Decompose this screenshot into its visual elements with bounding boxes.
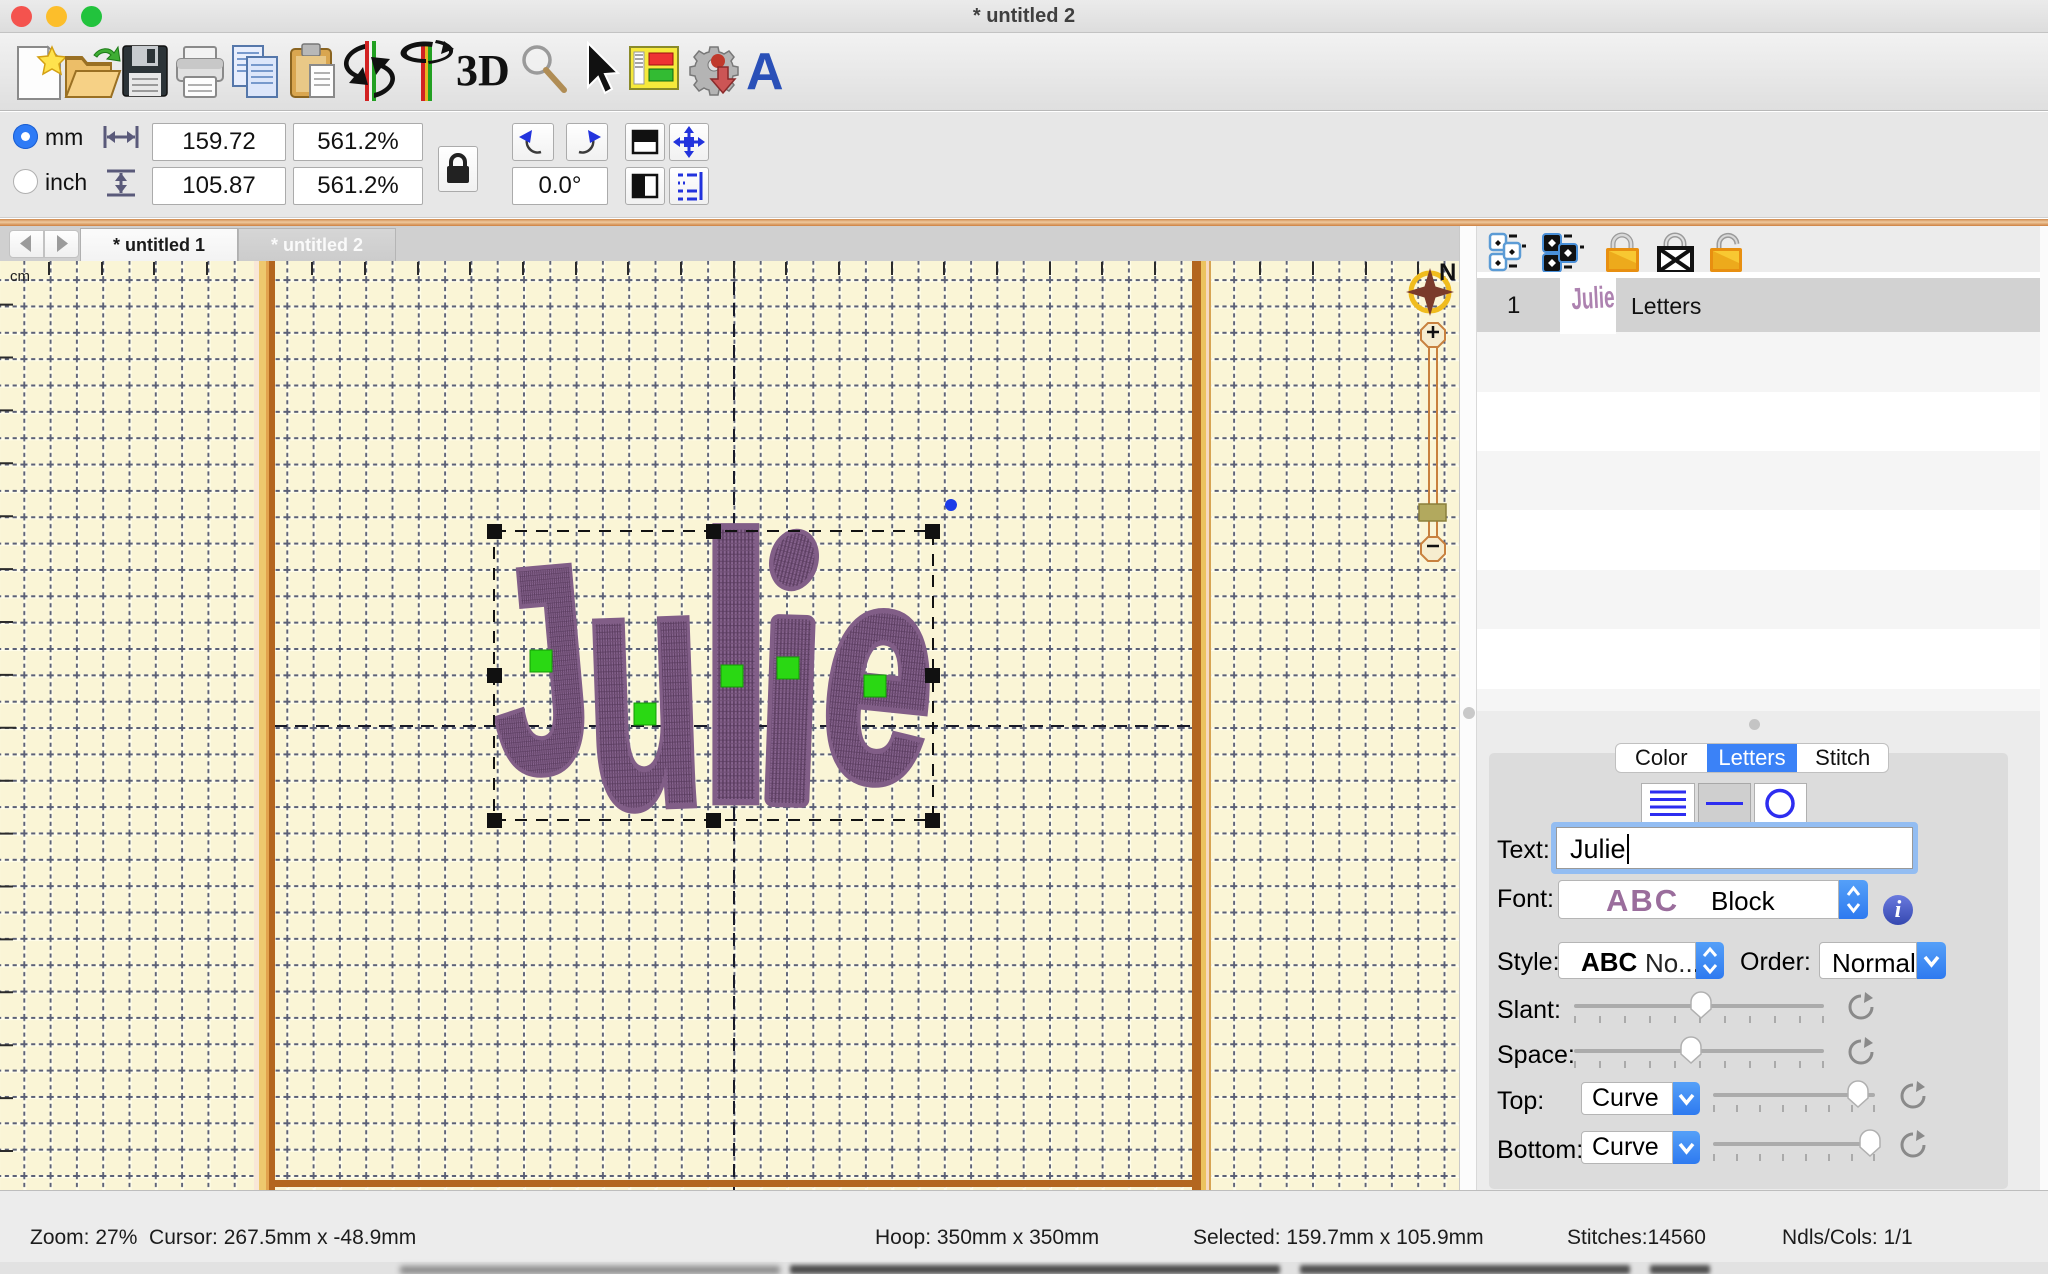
svg-text:N: N [1439, 261, 1456, 286]
svg-text:cm: cm [10, 268, 30, 285]
svg-text:3D: 3D [456, 46, 510, 95]
svg-text:Julie: Julie [1570, 281, 1615, 317]
svg-text:A: A [746, 43, 784, 101]
